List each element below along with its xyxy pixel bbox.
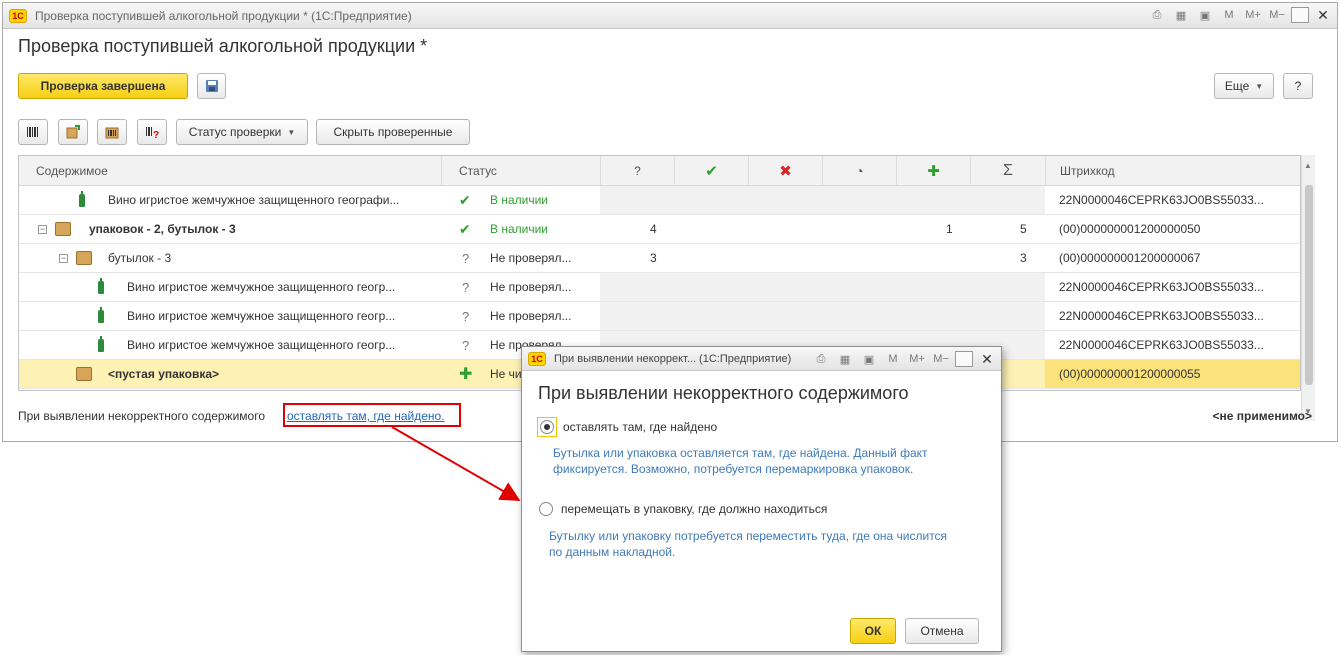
option-move-label[interactable]: перемещать в упаковку, где должно находи…: [561, 502, 827, 516]
cancel-button[interactable]: Отмена: [905, 618, 979, 644]
option-leave-label[interactable]: оставлять там, где найдено: [563, 420, 717, 434]
option-leave-radio[interactable]: [540, 420, 554, 434]
memory-icon[interactable]: M: [883, 350, 903, 368]
option-move-hint-line1: Бутылку или упаковку потребуется перемес…: [549, 529, 948, 543]
option-leave-hint-line2: фиксируется. Возможно, потребуется перем…: [553, 462, 914, 476]
dialog-titlebar: 1С При выявлении некоррект... (1С:Предпр…: [522, 347, 1001, 371]
incorrect-content-dialog: 1С При выявлении некоррект... (1С:Предпр…: [521, 346, 1002, 652]
table-icon[interactable]: ▦: [835, 350, 855, 368]
dialog-window-title: При выявлении некоррект... (1С:Предприят…: [554, 352, 792, 365]
option-move-hint: Бутылку или упаковку потребуется перемес…: [549, 528, 947, 560]
dialog-heading: При выявлении некорректного содержимого: [538, 383, 909, 403]
1c-logo-icon: 1С: [528, 351, 546, 366]
option-leave-radio-row[interactable]: оставлять там, где найдено: [537, 417, 717, 437]
option-move-radio[interactable]: [539, 502, 553, 516]
option-leave-hint-line1: Бутылка или упаковка оставляется там, гд…: [553, 446, 928, 460]
option-move-hint-line2: по данным накладной.: [549, 545, 676, 559]
option-leave-hint: Бутылка или упаковка оставляется там, гд…: [553, 445, 928, 477]
close-icon[interactable]: ✕: [977, 350, 997, 368]
memory-minus-icon[interactable]: M−: [931, 350, 951, 368]
maximize-icon[interactable]: [955, 351, 973, 367]
ok-button[interactable]: ОК: [850, 618, 896, 644]
focus-frame: [537, 417, 557, 437]
option-move-radio-row[interactable]: перемещать в упаковку, где должно находи…: [539, 502, 827, 516]
calendar-icon[interactable]: ▣: [859, 350, 879, 368]
memory-plus-icon[interactable]: M+: [907, 350, 927, 368]
print-icon[interactable]: ⎙: [811, 350, 831, 368]
